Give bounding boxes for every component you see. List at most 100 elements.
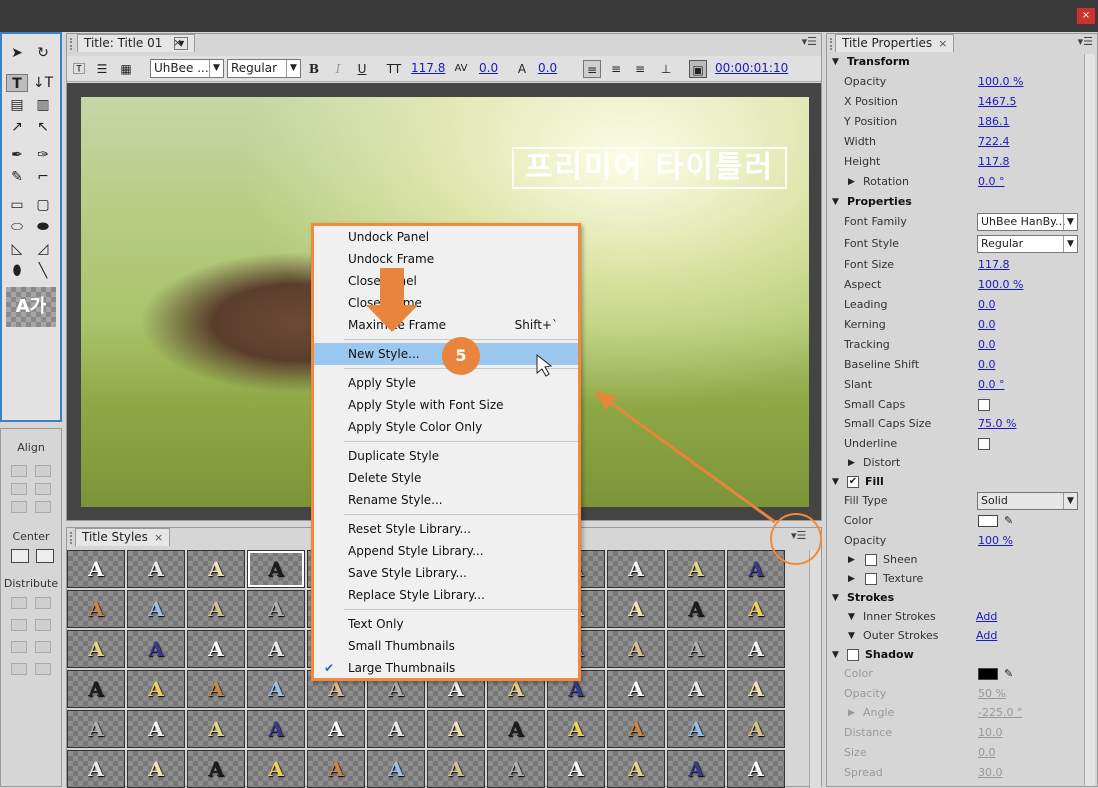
tab-close-icon[interactable]: ×: [938, 37, 947, 50]
style-swatch[interactable]: A: [187, 670, 245, 708]
eyedropper-icon[interactable]: ✎: [1004, 664, 1013, 684]
align-right-icon[interactable]: [11, 483, 27, 495]
font-size-value[interactable]: 117.8: [411, 61, 445, 75]
aspect-value[interactable]: 100.0 %: [978, 275, 1023, 295]
inner-strokes-row[interactable]: ▼ Inner Strokes Add: [827, 607, 1083, 627]
shadow-checkbox[interactable]: [847, 649, 859, 661]
height-value[interactable]: 117.8: [978, 152, 1010, 172]
distribute-right-icon[interactable]: [11, 619, 27, 631]
style-swatch[interactable]: A: [727, 670, 785, 708]
properties-panel-menu-icon[interactable]: ▾☰: [1078, 35, 1093, 48]
font-size-prop-value[interactable]: 117.8: [978, 255, 1010, 275]
menu-item-replace-library[interactable]: Replace Style Library...: [314, 584, 578, 606]
fill-checkbox[interactable]: ✔: [847, 476, 859, 488]
panel-grip[interactable]: [70, 38, 74, 50]
fill-color-swatch[interactable]: [978, 515, 998, 527]
menu-item-reset-library[interactable]: Reset Style Library...: [314, 518, 578, 540]
font-style-dropdown[interactable]: Regular ▼: [977, 235, 1078, 253]
center-horizontal-icon[interactable]: [11, 549, 29, 563]
fill-type-dropdown[interactable]: Solid ▼: [977, 492, 1078, 510]
align-left-icon[interactable]: [11, 465, 27, 477]
menu-item-large-thumbnails[interactable]: ✔ Large Thumbnails: [314, 657, 578, 679]
style-swatch[interactable]: A: [607, 630, 665, 668]
style-swatch[interactable]: A: [67, 670, 125, 708]
delete-anchor-tool-icon[interactable]: ✑: [32, 146, 54, 164]
kerning-value[interactable]: 0.0: [479, 61, 498, 75]
rotation-row[interactable]: ▶ Rotation 0.0 °: [827, 172, 1083, 192]
rotation-value[interactable]: 0.0 °: [978, 172, 1005, 192]
style-swatch[interactable]: A: [667, 590, 725, 628]
panel-menu-icon[interactable]: ▾☰: [802, 35, 817, 48]
smallcaps-size-value[interactable]: 75.0 %: [978, 414, 1016, 434]
style-swatch[interactable]: A: [127, 750, 185, 788]
style-swatch[interactable]: A: [127, 550, 185, 588]
style-swatch[interactable]: A: [487, 750, 545, 788]
rounded-rect-tool-icon[interactable]: ▢: [32, 196, 54, 214]
pen-tool-icon[interactable]: ✒: [6, 146, 28, 164]
rotation-tool-icon[interactable]: ↻: [32, 44, 54, 62]
texture-row[interactable]: ▶ Texture: [827, 569, 1083, 589]
style-swatch[interactable]: A: [607, 590, 665, 628]
outer-strokes-row[interactable]: ▼ Outer Strokes Add: [827, 626, 1083, 646]
line-tool-icon[interactable]: ╲: [32, 262, 54, 280]
underline-button[interactable]: U: [353, 60, 371, 78]
style-swatch[interactable]: A: [187, 750, 245, 788]
texture-checkbox[interactable]: [865, 573, 877, 585]
convert-anchor-tool-icon[interactable]: ⌐: [32, 168, 54, 186]
roll-crawl-icon[interactable]: ☰: [93, 60, 111, 78]
tab-title-properties[interactable]: Title Properties ×: [835, 34, 955, 52]
tab-close-icon[interactable]: ×: [173, 36, 182, 49]
fill-opacity-value[interactable]: 100 %: [978, 531, 1013, 551]
menu-item-append-library[interactable]: Append Style Library...: [314, 540, 578, 562]
properties-section[interactable]: ▼ Properties: [827, 192, 1083, 212]
slant-value[interactable]: 0.0 °: [978, 375, 1005, 395]
style-swatch[interactable]: A: [247, 710, 305, 748]
tab-title-styles[interactable]: Title Styles ×: [75, 528, 171, 546]
style-swatch[interactable]: A: [247, 550, 305, 588]
shadow-color-swatch[interactable]: [978, 668, 998, 680]
menu-item-undock-panel[interactable]: Undock Panel: [314, 226, 578, 248]
style-swatch[interactable]: A: [487, 710, 545, 748]
ypos-value[interactable]: 186.1: [978, 112, 1010, 132]
baseline-prop-value[interactable]: 0.0: [978, 355, 996, 375]
font-family-dropdown[interactable]: UhBee HanBy... ▼: [977, 213, 1078, 231]
center-vertical-icon[interactable]: [36, 549, 54, 563]
add-anchor-tool-icon[interactable]: ✎: [6, 168, 28, 186]
distribute-hspace-icon[interactable]: [11, 663, 27, 675]
path-type-tool-icon[interactable]: ↗: [6, 118, 28, 136]
style-swatch[interactable]: A: [67, 550, 125, 588]
bold-button[interactable]: B: [305, 60, 323, 78]
timecode-value[interactable]: 00:00:01:10: [715, 61, 788, 75]
style-swatch[interactable]: A: [667, 710, 725, 748]
wedge-tool-icon[interactable]: ◺: [6, 240, 28, 258]
style-swatch[interactable]: A: [427, 710, 485, 748]
style-swatch[interactable]: A: [727, 710, 785, 748]
distort-row[interactable]: ▶ Distort: [827, 453, 1083, 473]
style-swatch[interactable]: A: [127, 670, 185, 708]
style-swatch[interactable]: A: [367, 750, 425, 788]
xpos-value[interactable]: 1467.5: [978, 92, 1017, 112]
distribute-bottom-icon[interactable]: [35, 641, 51, 653]
font-family-select[interactable]: UhBee ... ▼: [150, 59, 224, 78]
style-swatch[interactable]: A: [607, 710, 665, 748]
sheen-checkbox[interactable]: [865, 554, 877, 566]
shadow-section[interactable]: ▼ Shadow: [827, 645, 1083, 665]
menu-item-rename-style[interactable]: Rename Style...: [314, 489, 578, 511]
menu-item-close-panel[interactable]: Close Panel: [314, 270, 578, 292]
ellipse-tool-icon[interactable]: ⬮: [6, 262, 28, 280]
menu-item-duplicate-style[interactable]: Duplicate Style: [314, 445, 578, 467]
rounded-corner-tool-icon[interactable]: ⬬: [32, 218, 54, 236]
style-swatch[interactable]: A: [667, 630, 725, 668]
rectangle-tool-icon[interactable]: ▭: [6, 196, 28, 214]
menu-item-maximize-frame[interactable]: Maximize Frame Shift+`: [314, 314, 578, 336]
shadow-angle-value[interactable]: -225.0 °: [978, 703, 1022, 723]
transform-section[interactable]: ▼ Transform: [827, 52, 1083, 72]
style-swatch[interactable]: A: [547, 750, 605, 788]
outer-strokes-add-link[interactable]: Add: [976, 626, 997, 646]
title-text-box[interactable]: 프리미어 타이틀러: [512, 147, 787, 189]
selection-tool-icon[interactable]: ➤: [6, 44, 28, 62]
align-left-text-icon[interactable]: ≡: [583, 60, 601, 78]
align-center-text-icon[interactable]: ≡: [607, 60, 625, 78]
tab-stops-icon[interactable]: ⊥: [657, 60, 675, 78]
shadow-distance-value[interactable]: 10.0: [978, 723, 1003, 743]
